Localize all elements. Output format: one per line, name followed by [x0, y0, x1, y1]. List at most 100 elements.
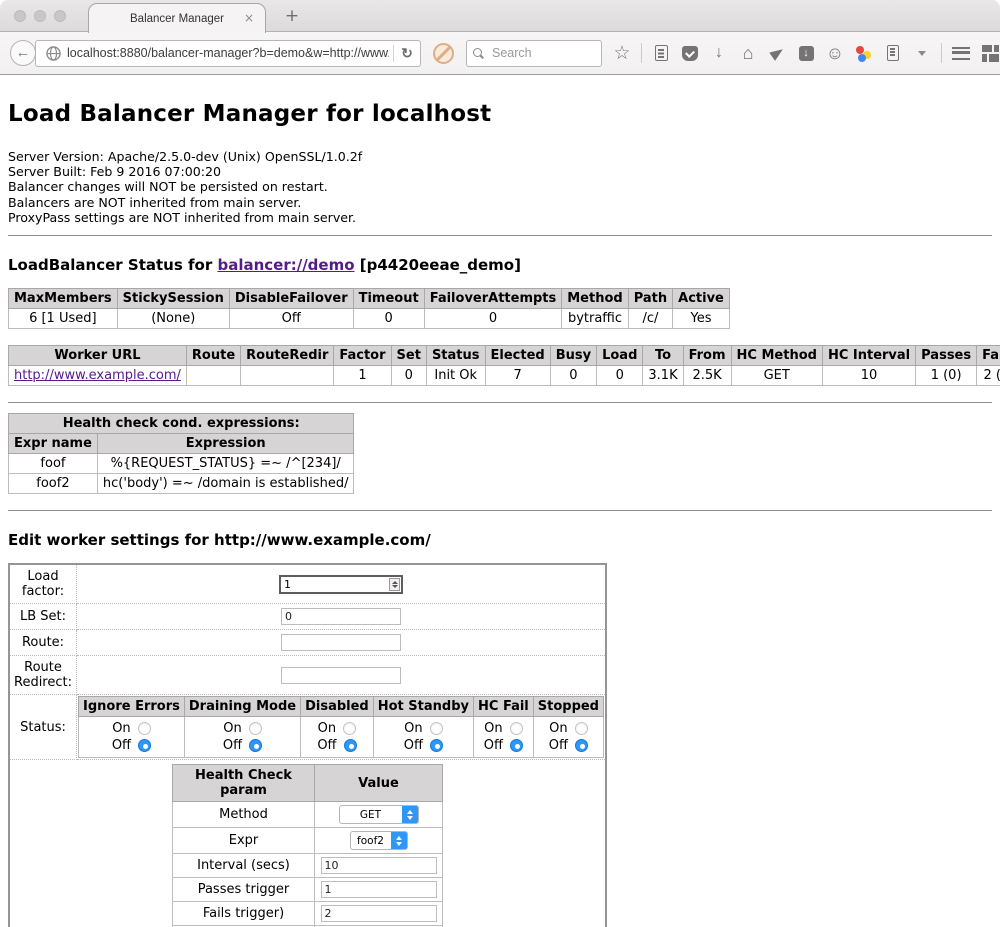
hc-expressions-title: Health check cond. expressions: [9, 414, 354, 434]
cell-expr-name: foof [9, 454, 98, 474]
hc-method-row: Method GET [173, 802, 443, 828]
globe-icon [46, 46, 61, 61]
col-expression: Expression [97, 434, 354, 454]
balancer-link[interactable]: balancer://demo [217, 256, 354, 274]
table-caption-row: Health check cond. expressions: [9, 414, 354, 434]
heading-prefix: LoadBalancer Status for [8, 256, 217, 274]
chat-icon[interactable] [825, 43, 845, 63]
tab-bar: Balancer Manager [0, 0, 1000, 32]
hc-expr-select[interactable]: foof2 [350, 831, 408, 850]
tiles-icon[interactable] [980, 43, 1000, 63]
new-tab-button[interactable] [282, 5, 302, 27]
cell-active: Yes [673, 309, 730, 329]
downloads-icon[interactable] [709, 43, 729, 63]
cell-stickysession: (None) [117, 309, 229, 329]
col-stickysession: StickySession [117, 289, 229, 309]
menu-icon[interactable] [951, 43, 971, 63]
pocket-icon[interactable] [680, 43, 700, 63]
ignore-errors-off-radio[interactable] [138, 739, 151, 752]
hc-expressions-table: Health check cond. expressions: Expr nam… [8, 413, 354, 494]
col-set: Set [391, 346, 426, 366]
route-redirect-input[interactable] [281, 667, 401, 684]
stopped-off-radio[interactable] [575, 739, 588, 752]
search-input[interactable] [490, 45, 590, 61]
radio-off-label: Off [223, 737, 242, 754]
extensions-dots-icon[interactable] [854, 43, 874, 63]
disabled-on-radio[interactable] [343, 722, 356, 735]
reload-icon[interactable] [398, 45, 416, 62]
draining-mode-on-radio[interactable] [249, 722, 262, 735]
draining-mode-off-radio[interactable] [249, 739, 262, 752]
stopped-on-radio[interactable] [575, 722, 588, 735]
hc-method-select[interactable]: GET [339, 805, 419, 824]
load-factor-input[interactable]: 1 [279, 575, 403, 594]
cell-fails: 2 (0) [977, 366, 1000, 386]
radio-off-label: Off [549, 737, 568, 754]
back-button[interactable] [10, 40, 36, 66]
table-header-row: Worker URL Route RouteRedir Factor Set S… [9, 346, 1000, 366]
col-factor: Factor [334, 346, 391, 366]
col-disablefailover: DisableFailover [229, 289, 353, 309]
cell-hc-interval: 10 [822, 366, 915, 386]
col-load: Load [597, 346, 643, 366]
worker-url-link[interactable]: http://www.example.com/ [14, 368, 181, 383]
ignore-errors-on-radio[interactable] [138, 722, 151, 735]
col-status: Status [426, 346, 485, 366]
minimize-window-button[interactable] [34, 10, 46, 22]
zoom-window-button[interactable] [54, 10, 66, 22]
browser-window: Balancer Manager localhost:8880/balancer… [0, 0, 1000, 927]
page-title: Load Balancer Manager for localhost [8, 101, 992, 127]
hc-passes-input[interactable] [321, 881, 437, 898]
tab-close-icon[interactable] [242, 11, 256, 25]
plugin-blocked-icon[interactable] [433, 43, 454, 64]
cell-timeout: 0 [353, 309, 424, 329]
bookmark-star-icon[interactable] [612, 43, 632, 63]
radio-on-label: On [318, 720, 336, 737]
hc-fails-input[interactable] [321, 905, 437, 922]
hc-expr-row: Expr foof2 [173, 828, 443, 854]
tab-title: Balancer Manager [130, 13, 224, 25]
close-window-button[interactable] [14, 10, 26, 22]
cell-from: 2.5K [683, 366, 731, 386]
table-row: 6 [1 Used] (None) Off 0 0 bytraffic /c/ … [9, 309, 730, 329]
section-divider [8, 510, 992, 511]
tab-balancer-manager[interactable]: Balancer Manager [88, 3, 266, 33]
hot-standby-off-radio[interactable] [430, 739, 443, 752]
hot-standby-on-radio[interactable] [430, 722, 443, 735]
save-page-icon[interactable] [796, 43, 816, 63]
radio-on-label: On [484, 720, 502, 737]
home-icon[interactable] [738, 43, 758, 63]
search-bar[interactable] [466, 40, 602, 67]
url-text[interactable]: localhost:8880/balancer-manager?b=demo&w… [67, 46, 389, 60]
col-worker-url: Worker URL [9, 346, 187, 366]
col-hc-param: Health Check param [173, 765, 315, 802]
url-bar[interactable]: localhost:8880/balancer-manager?b=demo&w… [35, 40, 421, 67]
route-row: Route: [9, 630, 606, 656]
server-info: Server Version: Apache/2.5.0-dev (Unix) … [8, 149, 992, 225]
hc-interval-input[interactable] [321, 857, 437, 874]
hc-interval-label: Interval (secs) [173, 854, 315, 878]
send-tab-icon[interactable] [767, 43, 787, 63]
col-maxmembers: MaxMembers [9, 289, 118, 309]
proxypass-note-line: ProxyPass settings are NOT inherited fro… [8, 210, 992, 225]
route-input[interactable] [281, 634, 401, 651]
toolbar-icons [612, 43, 1000, 63]
number-spinner[interactable] [389, 578, 400, 591]
cell-to: 3.1K [643, 366, 683, 386]
reading-list-icon[interactable] [651, 43, 671, 63]
hc-fail-on-radio[interactable] [510, 722, 523, 735]
disabled-off-radio[interactable] [344, 739, 357, 752]
window-controls[interactable] [14, 10, 66, 22]
hc-fail-off-radio[interactable] [510, 739, 523, 752]
lb-set-input[interactable] [281, 608, 401, 625]
cell-disablefailover: Off [229, 309, 353, 329]
server-built-line: Server Built: Feb 9 2016 07:00:20 [8, 164, 992, 179]
balancer-status-table: MaxMembers StickySession DisableFailover… [8, 288, 730, 329]
cell-expression: hc('body') =~ /domain is established/ [97, 474, 354, 494]
table-row: foof %{REQUEST_STATUS} =~ /^[234]/ [9, 454, 354, 474]
col-passes: Passes [916, 346, 977, 366]
col-path: Path [628, 289, 672, 309]
overflow-chevron-icon[interactable] [912, 43, 932, 63]
hc-method-label: Method [173, 802, 315, 828]
sidebar-icon[interactable] [883, 43, 903, 63]
